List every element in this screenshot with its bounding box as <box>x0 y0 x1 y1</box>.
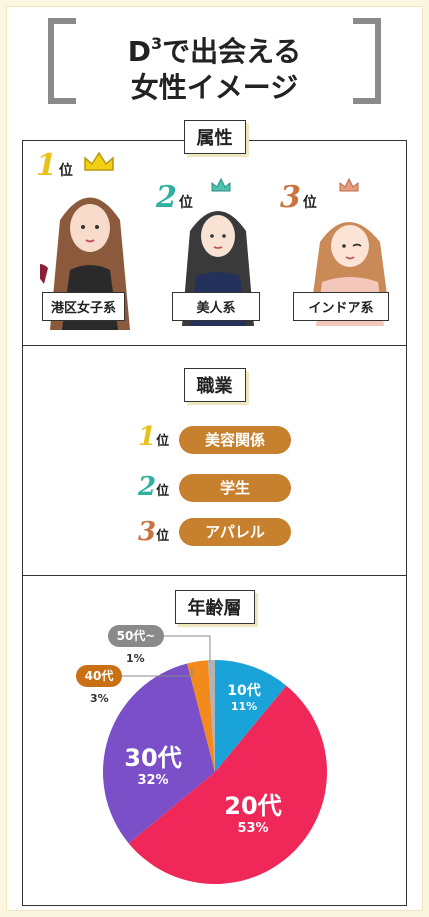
pie-leader-line-0 <box>164 635 211 662</box>
pie-label-10s: 10代 <box>227 683 261 699</box>
pie-pct-10s: 11% <box>230 700 258 713</box>
pie-label-30s: 30代 <box>124 744 182 772</box>
pie-label-50s: 50代~ <box>108 625 164 647</box>
pie-pct-20s: 53% <box>237 821 269 836</box>
pie-pct-40s: 3% <box>90 692 109 705</box>
age-pie-chart <box>102 635 327 884</box>
pie-pct-50s: 1% <box>126 652 145 665</box>
pie-label-40s: 40代 <box>76 665 122 687</box>
pie-label-20s: 20代 <box>224 792 282 820</box>
pie-pct-30s: 32% <box>137 773 169 788</box>
